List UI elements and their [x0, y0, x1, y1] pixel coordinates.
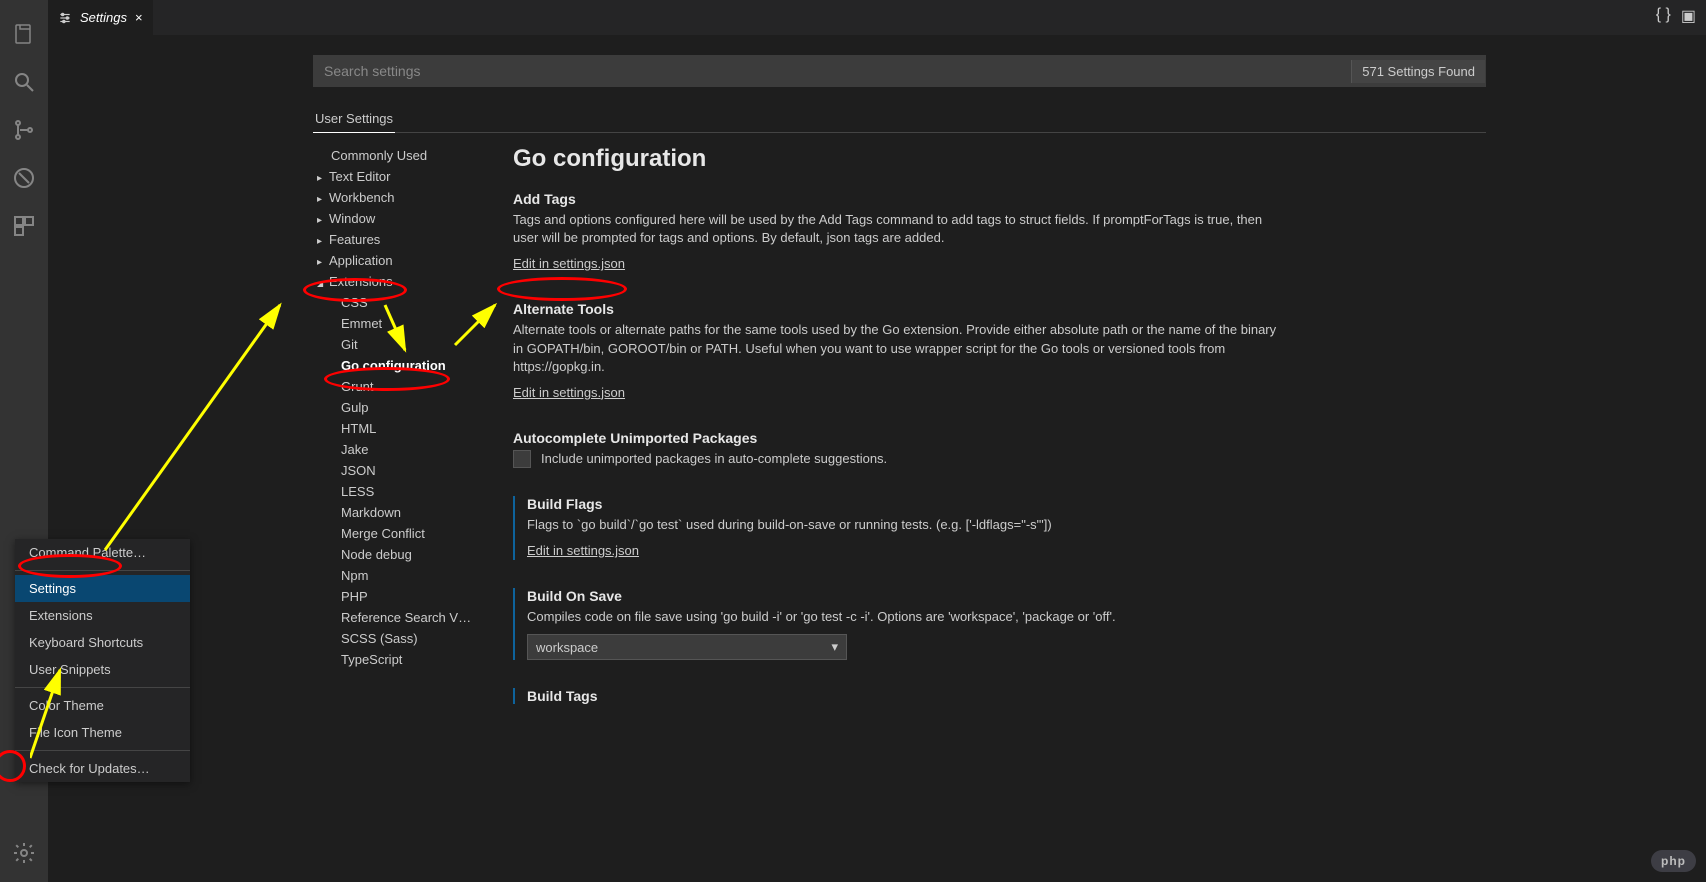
scope-tabs: User Settings	[313, 105, 1486, 133]
toc-node-debug[interactable]: Node debug	[313, 544, 483, 565]
menu-separator	[15, 687, 190, 688]
setting-label: Autocomplete Unimported Packages	[513, 430, 1283, 446]
toc-jake[interactable]: Jake	[313, 439, 483, 460]
menu-separator	[15, 570, 190, 571]
toc-features[interactable]: Features	[313, 229, 483, 250]
editor-actions: { } ▣	[1656, 6, 1696, 26]
source-control-icon[interactable]	[0, 106, 48, 154]
toc-reference-search[interactable]: Reference Search V…	[313, 607, 483, 628]
setting-alternate-tools: Alternate Tools Alternate tools or alter…	[513, 301, 1283, 402]
settings-search-input[interactable]	[314, 63, 1351, 79]
tab-label: Settings	[80, 10, 127, 25]
edit-in-settings-json-link[interactable]: Edit in settings.json	[527, 543, 639, 558]
user-settings-tab[interactable]: User Settings	[313, 105, 395, 133]
menu-keyboard-shortcuts[interactable]: Keyboard Shortcuts	[15, 629, 190, 656]
setting-label: Build Flags	[527, 496, 1283, 512]
gear-icon[interactable]	[0, 829, 48, 877]
menu-settings[interactable]: Settings	[15, 575, 190, 602]
setting-build-flags: Build Flags Flags to `go build`/`go test…	[513, 496, 1283, 560]
checkbox[interactable]	[513, 450, 531, 468]
toc-emmet[interactable]: Emmet	[313, 313, 483, 334]
setting-label: Build On Save	[527, 588, 1283, 604]
settings-content: Go configuration Add Tags Tags and optio…	[513, 145, 1283, 732]
toc-css[interactable]: CSS	[313, 292, 483, 313]
toc-commonly-used[interactable]: Commonly Used	[313, 145, 483, 166]
setting-label: Build Tags	[527, 688, 1283, 704]
menu-color-theme[interactable]: Color Theme	[15, 692, 190, 719]
toc-extensions[interactable]: Extensions	[313, 271, 483, 292]
setting-label: Alternate Tools	[513, 301, 1283, 317]
menu-user-snippets[interactable]: User Snippets	[15, 656, 190, 683]
toc-json[interactable]: JSON	[313, 460, 483, 481]
debug-icon[interactable]	[0, 154, 48, 202]
toc-typescript[interactable]: TypeScript	[313, 649, 483, 670]
setting-description: Tags and options configured here will be…	[513, 211, 1283, 247]
tab-bar: Settings ×	[48, 0, 1706, 35]
search-row: 571 Settings Found	[313, 55, 1486, 87]
menu-command-palette[interactable]: Command Palette…	[15, 539, 190, 566]
toc-window[interactable]: Window	[313, 208, 483, 229]
tab-settings-icon	[58, 11, 72, 25]
toc-workbench[interactable]: Workbench	[313, 187, 483, 208]
toc-scss[interactable]: SCSS (Sass)	[313, 628, 483, 649]
edit-in-settings-json-link[interactable]: Edit in settings.json	[513, 385, 625, 400]
toc-gulp[interactable]: Gulp	[313, 397, 483, 418]
setting-description: Alternate tools or alternate paths for t…	[513, 321, 1283, 376]
settings-editor: 571 Settings Found User Settings Commonl…	[48, 35, 1706, 882]
setting-description: Compiles code on file save using 'go bui…	[527, 608, 1283, 626]
extensions-icon[interactable]	[0, 202, 48, 250]
toc-less[interactable]: LESS	[313, 481, 483, 502]
toc-go-configuration[interactable]: Go configuration	[313, 355, 483, 376]
gear-context-menu: Command Palette… Settings Extensions Key…	[15, 539, 190, 782]
toc-text-editor[interactable]: Text Editor	[313, 166, 483, 187]
toc-html[interactable]: HTML	[313, 418, 483, 439]
checkbox-label: Include unimported packages in auto-comp…	[541, 451, 887, 466]
menu-check-updates[interactable]: Check for Updates…	[15, 755, 190, 782]
toc-git[interactable]: Git	[313, 334, 483, 355]
split-editor-icon[interactable]: ▣	[1681, 6, 1696, 26]
setting-build-on-save: Build On Save Compiles code on file save…	[513, 588, 1283, 660]
tab-settings[interactable]: Settings ×	[48, 0, 153, 35]
search-icon[interactable]	[0, 58, 48, 106]
toc-markdown[interactable]: Markdown	[313, 502, 483, 523]
setting-description: Flags to `go build`/`go test` used durin…	[527, 516, 1283, 534]
menu-file-icon-theme[interactable]: File Icon Theme	[15, 719, 190, 746]
setting-add-tags: Add Tags Tags and options configured her…	[513, 191, 1283, 273]
setting-autocomplete-unimported: Autocomplete Unimported Packages Include…	[513, 430, 1283, 468]
results-count-badge: 571 Settings Found	[1351, 60, 1485, 83]
setting-label: Add Tags	[513, 191, 1283, 207]
setting-build-tags: Build Tags	[513, 688, 1283, 704]
toc-grunt[interactable]: Grunt	[313, 376, 483, 397]
settings-toc: Commonly Used Text Editor Workbench Wind…	[313, 145, 483, 732]
toc-npm[interactable]: Npm	[313, 565, 483, 586]
watermark: php	[1651, 850, 1696, 872]
section-heading: Go configuration	[513, 145, 1283, 173]
menu-extensions[interactable]: Extensions	[15, 602, 190, 629]
toc-merge-conflict[interactable]: Merge Conflict	[313, 523, 483, 544]
menu-separator	[15, 750, 190, 751]
close-icon[interactable]: ×	[135, 10, 143, 25]
explorer-icon[interactable]	[0, 10, 48, 58]
toc-application[interactable]: Application	[313, 250, 483, 271]
build-on-save-select[interactable]: workspace	[527, 634, 847, 660]
toc-php[interactable]: PHP	[313, 586, 483, 607]
edit-in-settings-json-link[interactable]: Edit in settings.json	[513, 256, 625, 271]
open-json-icon[interactable]: { }	[1656, 6, 1671, 26]
